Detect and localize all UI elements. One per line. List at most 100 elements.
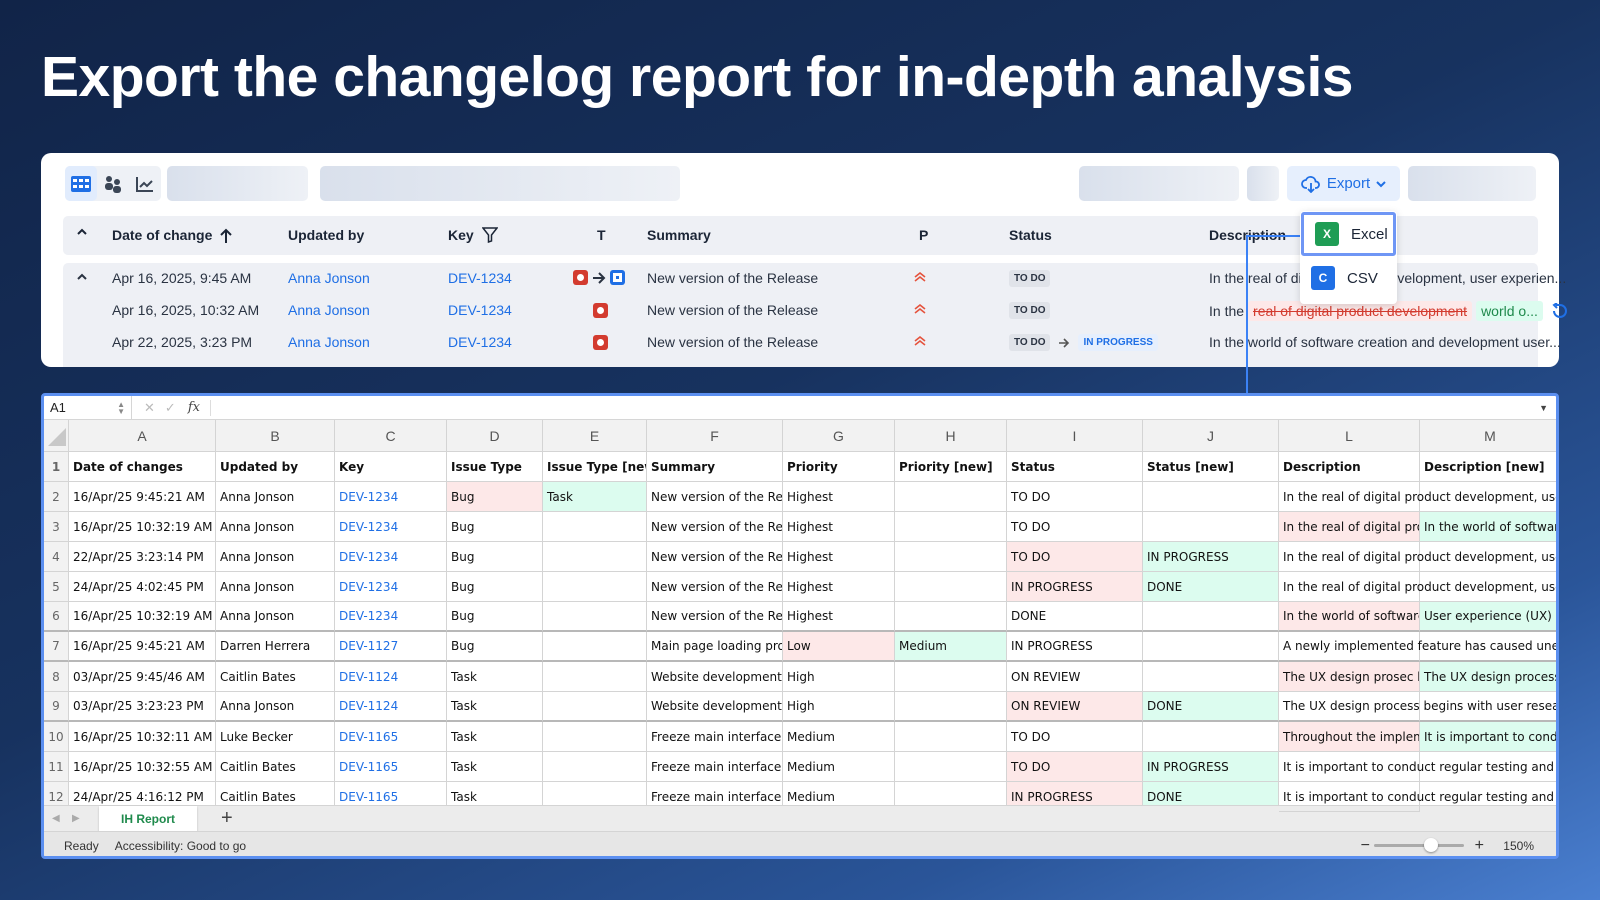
cell[interactable]: In the world of software creation (1420, 512, 1556, 542)
cell[interactable]: Caitlin Bates (216, 662, 335, 692)
cell[interactable]: Bug (447, 602, 543, 632)
header-cell[interactable]: Description (1279, 452, 1420, 482)
confirm-icon[interactable]: ✓ (165, 400, 176, 416)
column-header-c[interactable]: C (335, 420, 447, 452)
row-number[interactable]: 7 (44, 632, 69, 662)
key-link-cell[interactable]: DEV-1165 (335, 722, 447, 752)
stepper-icon[interactable]: ▲ ▼ (117, 400, 125, 415)
cell[interactable]: Medium (783, 722, 895, 752)
header-cell[interactable]: Key (335, 452, 447, 482)
next-sheet-icon[interactable]: ▶ (72, 813, 80, 824)
cell[interactable]: ON REVIEW (1007, 662, 1143, 692)
cell[interactable]: Highest (783, 572, 895, 602)
cell[interactable] (543, 722, 647, 752)
export-button[interactable]: Export (1287, 166, 1400, 201)
cell[interactable]: 16/Apr/25 10:32:55 AM (69, 752, 216, 782)
header-cell[interactable]: Issue Type [new] (543, 452, 647, 482)
cell[interactable]: In the world of software creation (1279, 602, 1420, 632)
header-cell[interactable]: Priority (783, 452, 895, 482)
cell[interactable]: 16/Apr/25 10:32:19 AM (69, 512, 216, 542)
cell[interactable] (895, 692, 1007, 722)
column-header-h[interactable]: H (895, 420, 1007, 452)
row-number[interactable]: 9 (44, 692, 69, 722)
cell[interactable]: Medium (783, 752, 895, 782)
row-number[interactable]: 2 (44, 482, 69, 512)
row-number[interactable]: 11 (44, 752, 69, 782)
column-header-g[interactable]: G (783, 420, 895, 452)
cell[interactable] (895, 602, 1007, 632)
cell[interactable]: A newly implemented feature has caused u… (1279, 632, 1556, 662)
cell[interactable]: Bug (447, 542, 543, 572)
zoom-in-button[interactable]: + (1475, 837, 1484, 855)
cell[interactable] (895, 572, 1007, 602)
key-link-cell[interactable]: DEV-1124 (335, 692, 447, 722)
revert-icon[interactable] (1551, 302, 1568, 320)
prev-sheet-icon[interactable]: ◀ (52, 813, 60, 824)
cell[interactable]: It is important to conduct regular testi… (1279, 752, 1556, 782)
cell[interactable]: Anna Jonson (216, 572, 335, 602)
header-cell[interactable]: Priority [new] (895, 452, 1007, 482)
cell[interactable] (1143, 482, 1279, 512)
header-cell[interactable]: Status [new] (1143, 452, 1279, 482)
cell[interactable]: Medium (895, 632, 1007, 662)
zoom-out-button[interactable]: − (1361, 837, 1370, 855)
cell[interactable]: IN PROGRESS (1007, 632, 1143, 662)
expand-formula-icon[interactable]: ▼ (1539, 403, 1548, 413)
export-csv-option[interactable]: C CSV (1300, 257, 1397, 299)
cell[interactable]: Main page loading problem (647, 632, 783, 662)
key-link-cell[interactable]: DEV-1234 (335, 482, 447, 512)
cell[interactable]: In the real of digital product developme… (1279, 542, 1556, 572)
cell[interactable]: Task (447, 662, 543, 692)
cell[interactable] (895, 662, 1007, 692)
cell[interactable]: 16/Apr/25 9:45:21 AM (69, 482, 216, 512)
row-number[interactable]: 3 (44, 512, 69, 542)
key-link-cell[interactable]: DEV-1234 (335, 572, 447, 602)
cell[interactable] (1143, 722, 1279, 752)
cell[interactable] (1143, 632, 1279, 662)
header-cell[interactable]: Summary (647, 452, 783, 482)
zoom-slider-thumb[interactable] (1424, 838, 1438, 852)
row-key-link[interactable]: DEV-1234 (448, 302, 512, 318)
chart-view-icon[interactable] (129, 166, 161, 201)
column-header-e[interactable]: E (543, 420, 647, 452)
cell[interactable] (895, 722, 1007, 752)
users-view-icon[interactable] (97, 166, 129, 201)
key-link-cell[interactable]: DEV-1234 (335, 512, 447, 542)
header-cell[interactable]: Status (1007, 452, 1143, 482)
cell[interactable]: 03/Apr/25 9:45/46 AM (69, 662, 216, 692)
row-number[interactable]: 4 (44, 542, 69, 572)
cell[interactable] (543, 602, 647, 632)
column-date[interactable]: Date of change (112, 227, 233, 243)
row-number[interactable]: 10 (44, 722, 69, 752)
column-header-d[interactable]: D (447, 420, 543, 452)
cell[interactable]: TO DO (1007, 512, 1143, 542)
column-priority[interactable]: P (919, 227, 928, 243)
cell[interactable]: TO DO (1007, 722, 1143, 752)
column-header-l[interactable]: L (1279, 420, 1420, 452)
cell[interactable]: New version of the Release (647, 482, 783, 512)
header-cell[interactable]: Description [new] (1420, 452, 1556, 482)
cell[interactable]: 03/Apr/25 3:23:23 PM (69, 692, 216, 722)
cell[interactable] (543, 752, 647, 782)
cell[interactable] (895, 752, 1007, 782)
cell[interactable]: High (783, 662, 895, 692)
cell[interactable]: High (783, 692, 895, 722)
cell[interactable] (895, 542, 1007, 572)
cell[interactable]: DONE (1143, 572, 1279, 602)
row-number[interactable]: 6 (44, 602, 69, 632)
cell[interactable]: 24/Apr/25 4:02:45 PM (69, 572, 216, 602)
cell[interactable]: Website development (647, 692, 783, 722)
cell[interactable]: TO DO (1007, 482, 1143, 512)
row-user-link[interactable]: Anna Jonson (288, 302, 370, 318)
key-link-cell[interactable]: DEV-1165 (335, 752, 447, 782)
cell[interactable]: ON REVIEW (1007, 692, 1143, 722)
cell[interactable]: User experience (UX) design (1420, 602, 1556, 632)
cell[interactable]: Low (783, 632, 895, 662)
column-header-a[interactable]: A (69, 420, 216, 452)
cell[interactable]: Caitlin Bates (216, 752, 335, 782)
cell[interactable] (1143, 662, 1279, 692)
column-status[interactable]: Status (1009, 227, 1052, 243)
cell[interactable] (543, 542, 647, 572)
row-user-link[interactable]: Anna Jonson (288, 270, 370, 286)
cell[interactable]: Highest (783, 542, 895, 572)
